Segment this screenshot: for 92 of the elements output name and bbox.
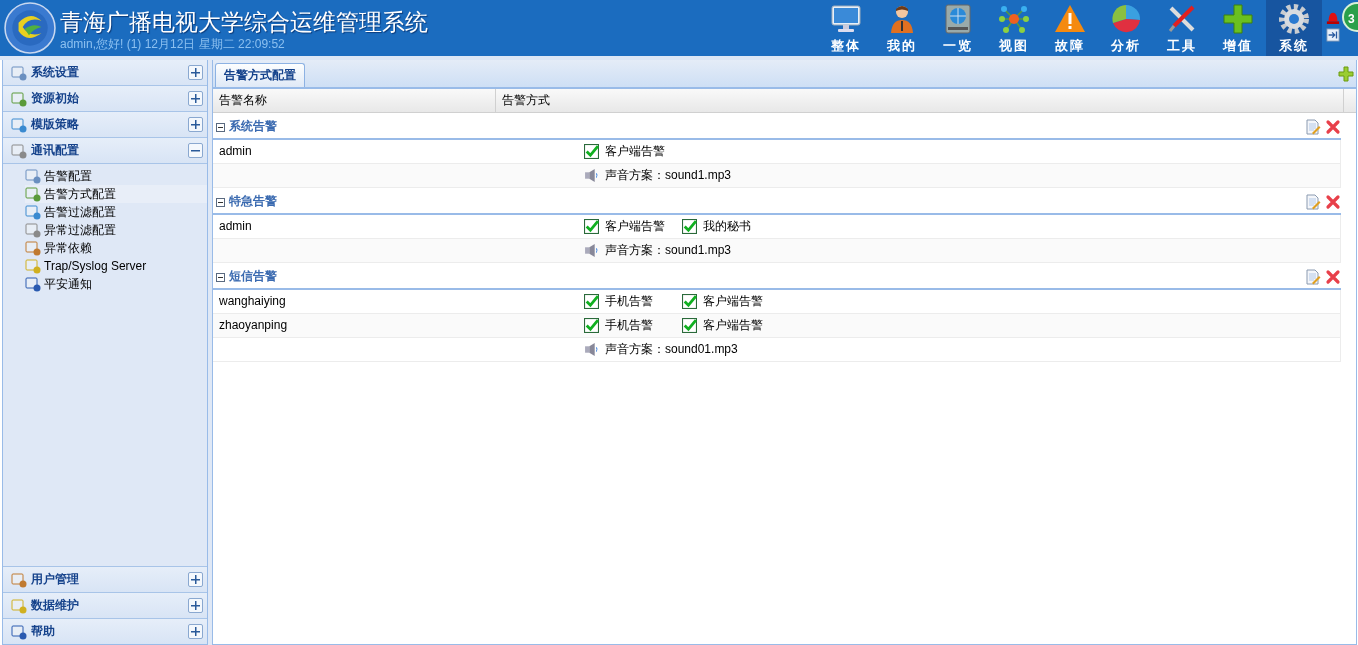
expand-button[interactable] <box>188 624 203 639</box>
option-label: 我的秘书 <box>703 218 751 235</box>
checkbox[interactable] <box>584 294 599 309</box>
nav-button[interactable]: 一览 <box>930 0 986 56</box>
nav-button[interactable]: 增值 <box>1210 0 1266 56</box>
sidebar-section-header[interactable]: 模版策略 <box>3 112 207 138</box>
alarm-recipient: zhaoyanping <box>219 318 288 332</box>
pie-chart-icon <box>1110 3 1142 35</box>
delete-icon[interactable] <box>1325 269 1341 285</box>
alarm-recipient: wanghaiying <box>219 294 286 308</box>
sidebar-section-header[interactable]: 资源初始 <box>3 86 207 112</box>
sidebar-item[interactable]: 告警方式配置 <box>25 185 207 203</box>
group-name: 特急告警 <box>229 193 277 210</box>
checkbox-option[interactable]: 客户端告警 <box>682 293 774 310</box>
checkbox-option[interactable]: 手机告警 <box>584 317 676 334</box>
option-label: 客户端告警 <box>703 317 763 334</box>
splitter-handle[interactable] <box>208 60 212 645</box>
user-status: admin,您好! (1) 12月12日 星期二 22:09:52 <box>60 36 286 52</box>
delete-icon[interactable] <box>1325 119 1341 135</box>
logout-icon[interactable] <box>1326 28 1340 42</box>
checkbox[interactable] <box>682 219 697 234</box>
sidebar-item[interactable]: 告警过滤配置 <box>25 203 207 221</box>
alarm-recipient: admin <box>219 144 252 158</box>
column-header: 告警方式 <box>496 89 1344 112</box>
checkbox-option[interactable]: 我的秘书 <box>682 218 774 235</box>
nav-button[interactable]: 整体 <box>818 0 874 56</box>
speaker-icon <box>584 243 599 258</box>
sidebar-section-header[interactable]: 帮助 <box>3 618 207 644</box>
nav-button[interactable]: 工具 <box>1154 0 1210 56</box>
group-name: 短信告警 <box>229 268 277 285</box>
expand-button[interactable] <box>188 598 203 613</box>
speaker-icon <box>584 168 599 183</box>
speaker-icon <box>584 342 599 357</box>
collapse-icon[interactable] <box>216 273 225 282</box>
option-label: 客户端告警 <box>605 218 665 235</box>
checkbox-option[interactable]: 客户端告警 <box>682 317 774 334</box>
sound-scheme: 声音方案：sound1.mp3 <box>605 167 732 184</box>
nav-button[interactable]: 系统 <box>1266 0 1322 56</box>
section-label: 帮助 <box>31 623 56 640</box>
settings-icon <box>1278 3 1310 35</box>
sidebar-section-header[interactable]: 通讯配置 <box>3 138 207 164</box>
group-name: 系统告警 <box>229 118 277 135</box>
expand-button[interactable] <box>188 117 203 132</box>
collapse-icon[interactable] <box>216 198 225 207</box>
section-label: 系统设置 <box>31 64 80 81</box>
nav-button[interactable]: 我的 <box>874 0 930 56</box>
option-label: 客户端告警 <box>605 143 665 160</box>
section-label: 资源初始 <box>31 90 80 107</box>
nav-button[interactable]: 视图 <box>986 0 1042 56</box>
expand-button[interactable] <box>188 91 203 106</box>
network-icon <box>998 3 1030 35</box>
section-label: 通讯配置 <box>31 142 80 159</box>
option-label: 手机告警 <box>605 293 653 310</box>
checkbox-option[interactable]: 客户端告警 <box>584 218 676 235</box>
checkbox[interactable] <box>682 318 697 333</box>
checkbox[interactable] <box>584 318 599 333</box>
option-label: 客户端告警 <box>703 293 763 310</box>
sound-scheme: 声音方案：sound1.mp3 <box>605 242 732 259</box>
checkbox[interactable] <box>584 144 599 159</box>
section-label: 数据维护 <box>31 597 80 614</box>
section-label: 模版策略 <box>31 116 80 133</box>
checkbox-option[interactable]: 客户端告警 <box>584 143 676 160</box>
delete-icon[interactable] <box>1325 194 1341 210</box>
checkbox[interactable] <box>584 219 599 234</box>
monitor-icon <box>830 3 862 35</box>
sidebar-item[interactable]: 平安通知 <box>25 275 207 293</box>
expand-button[interactable] <box>188 572 203 587</box>
expand-button[interactable] <box>188 65 203 80</box>
app-title: 青海广播电视大学综合运维管理系统 <box>60 8 428 36</box>
nav-button[interactable]: 分析 <box>1098 0 1154 56</box>
tab[interactable]: 告警方式配置 <box>215 63 305 87</box>
globe-icon <box>942 3 974 35</box>
collapse-button[interactable] <box>188 143 203 158</box>
checkbox-option[interactable]: 手机告警 <box>584 293 676 310</box>
checkbox[interactable] <box>682 294 697 309</box>
section-label: 用户管理 <box>31 571 80 588</box>
sidebar-item[interactable]: 异常依赖 <box>25 239 207 257</box>
warning-icon <box>1054 3 1086 35</box>
nav-button[interactable]: 故障 <box>1042 0 1098 56</box>
sidebar-section-header[interactable]: 数据维护 <box>3 592 207 618</box>
plus-icon <box>1222 3 1254 35</box>
sidebar-item[interactable]: 异常过滤配置 <box>25 221 207 239</box>
sidebar-item[interactable]: Trap/Syslog Server <box>25 257 207 275</box>
collapse-icon[interactable] <box>216 123 225 132</box>
sidebar-section-header[interactable]: 系统设置 <box>3 60 207 86</box>
column-header: 告警名称 <box>213 89 496 112</box>
sidebar-item[interactable]: 告警配置 <box>25 167 207 185</box>
alarm-recipient: admin <box>219 219 252 233</box>
sidebar-section-header[interactable]: 用户管理 <box>3 566 207 592</box>
option-label: 手机告警 <box>605 317 653 334</box>
sound-scheme: 声音方案：sound01.mp3 <box>605 341 738 358</box>
logo-icon <box>4 2 56 54</box>
